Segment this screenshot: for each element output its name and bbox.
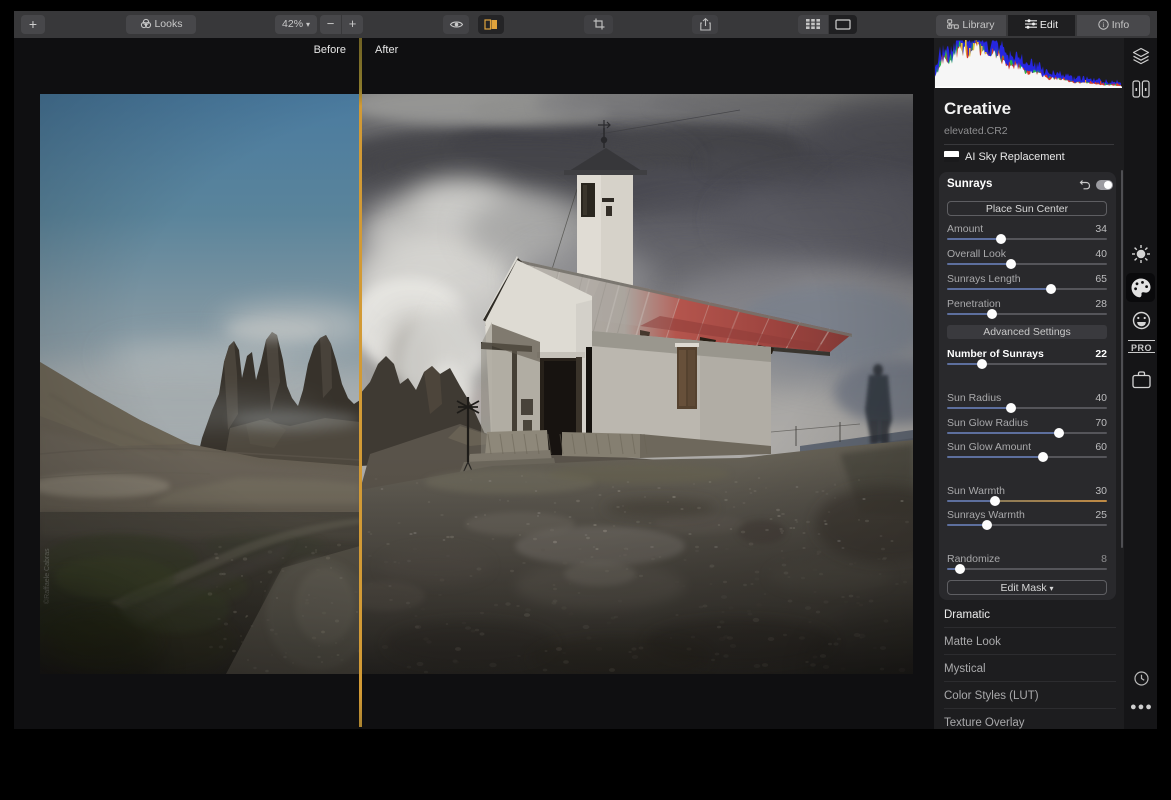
svg-text:i: i	[1102, 21, 1104, 29]
